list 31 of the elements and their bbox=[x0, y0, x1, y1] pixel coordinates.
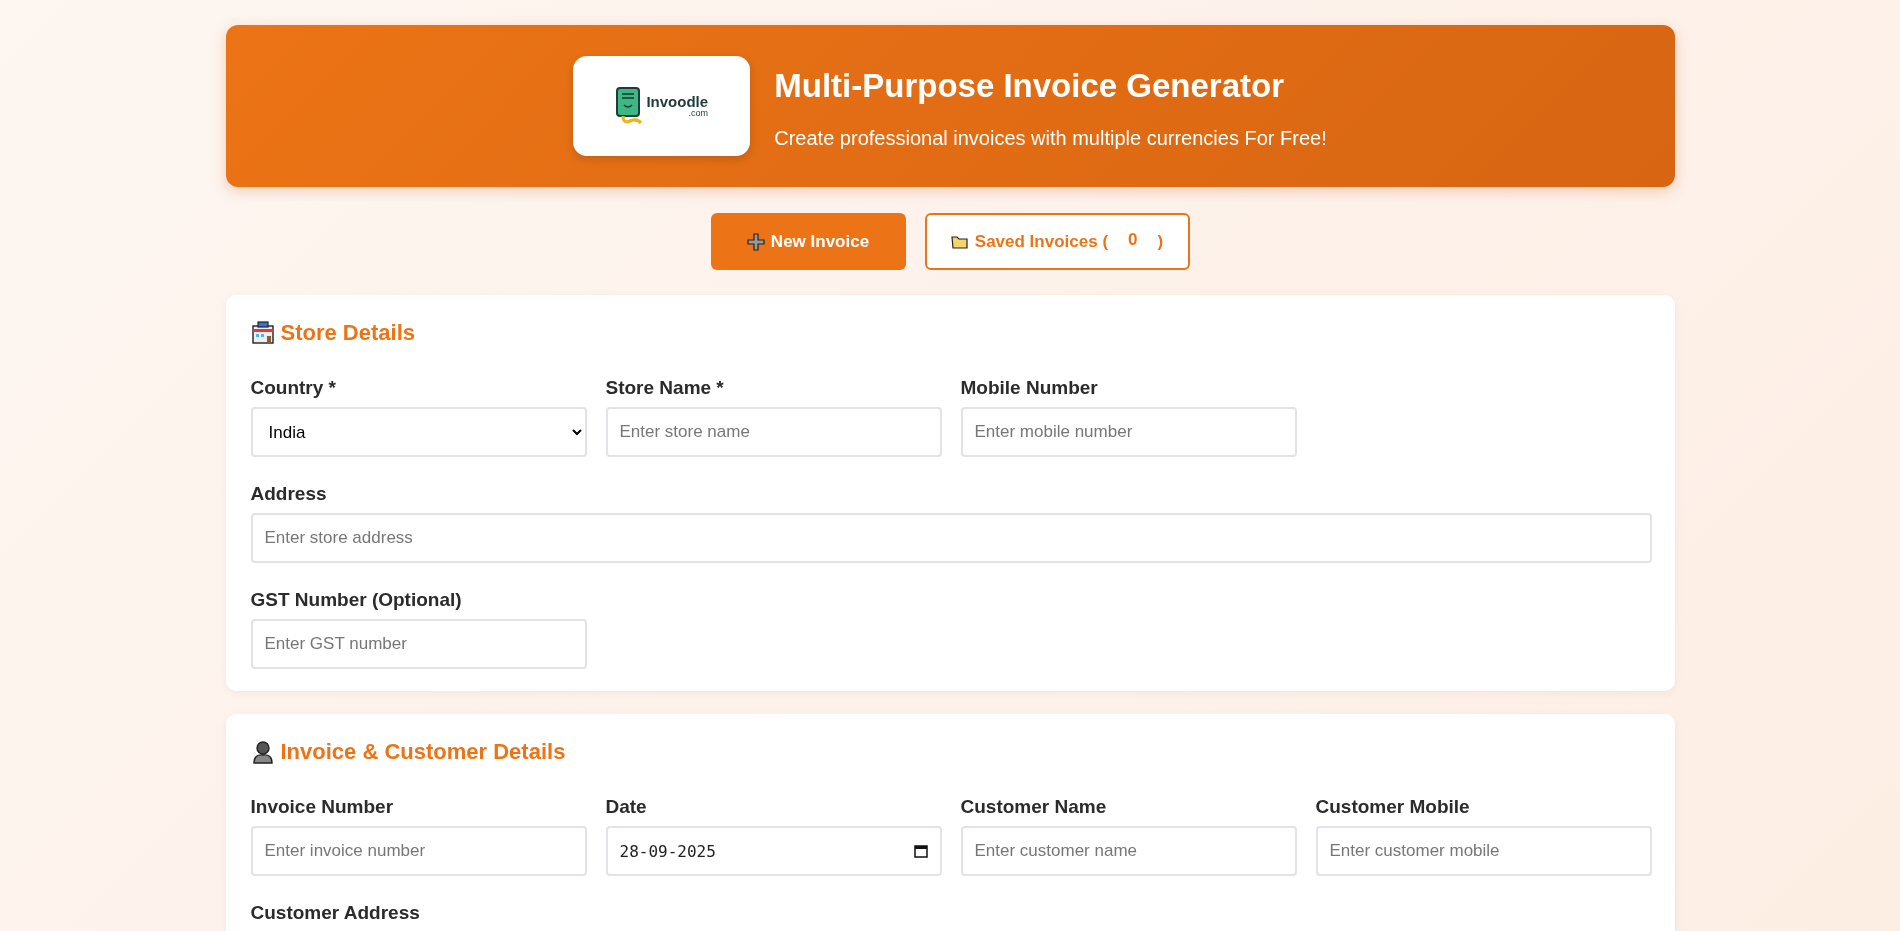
input-field[interactable]: Enter customer mobile bbox=[1315, 826, 1652, 876]
field-label: Date bbox=[605, 796, 648, 818]
select-field[interactable]: India bbox=[250, 407, 587, 457]
page-title: Multi-Purpose Invoice Generator bbox=[774, 66, 1286, 105]
input-field[interactable]: Enter GST number bbox=[250, 619, 587, 669]
page-subtitle: Create professional invoices with multiple currencies For Free! bbox=[774, 126, 1327, 150]
section-title: Invoice & Customer Details bbox=[280, 739, 566, 765]
store-icon bbox=[250, 321, 275, 345]
input-field[interactable]: Enter invoice number bbox=[250, 826, 587, 876]
calendar-icon bbox=[913, 844, 928, 858]
input-field[interactable]: Enter store name bbox=[605, 407, 942, 457]
field-label: Customer Mobile bbox=[1315, 796, 1471, 818]
field-label: Mobile Number bbox=[960, 377, 1099, 399]
input-field[interactable]: Enter customer name bbox=[960, 826, 1297, 876]
field-label: Country * bbox=[250, 377, 337, 399]
date-field[interactable]: 28-09-2025 bbox=[605, 826, 942, 876]
logo-text: Invoodle bbox=[646, 94, 709, 109]
section-title: Store Details bbox=[280, 320, 415, 346]
field-label: Customer Name bbox=[960, 796, 1108, 818]
document-face-icon bbox=[615, 86, 644, 126]
field-label: Invoice Number bbox=[250, 796, 395, 818]
input-field[interactable]: Enter store address bbox=[250, 513, 1652, 563]
folder-icon bbox=[950, 234, 969, 249]
field-label: Address bbox=[250, 483, 328, 505]
person-icon bbox=[250, 740, 275, 764]
field-label: GST Number (Optional) bbox=[250, 589, 463, 611]
field-label: Store Name * bbox=[605, 377, 725, 399]
logo-subtext: .com bbox=[688, 109, 709, 118]
field-label: Customer Address bbox=[250, 902, 421, 924]
plus-icon bbox=[746, 232, 765, 251]
input-field[interactable]: Enter mobile number bbox=[960, 407, 1297, 457]
